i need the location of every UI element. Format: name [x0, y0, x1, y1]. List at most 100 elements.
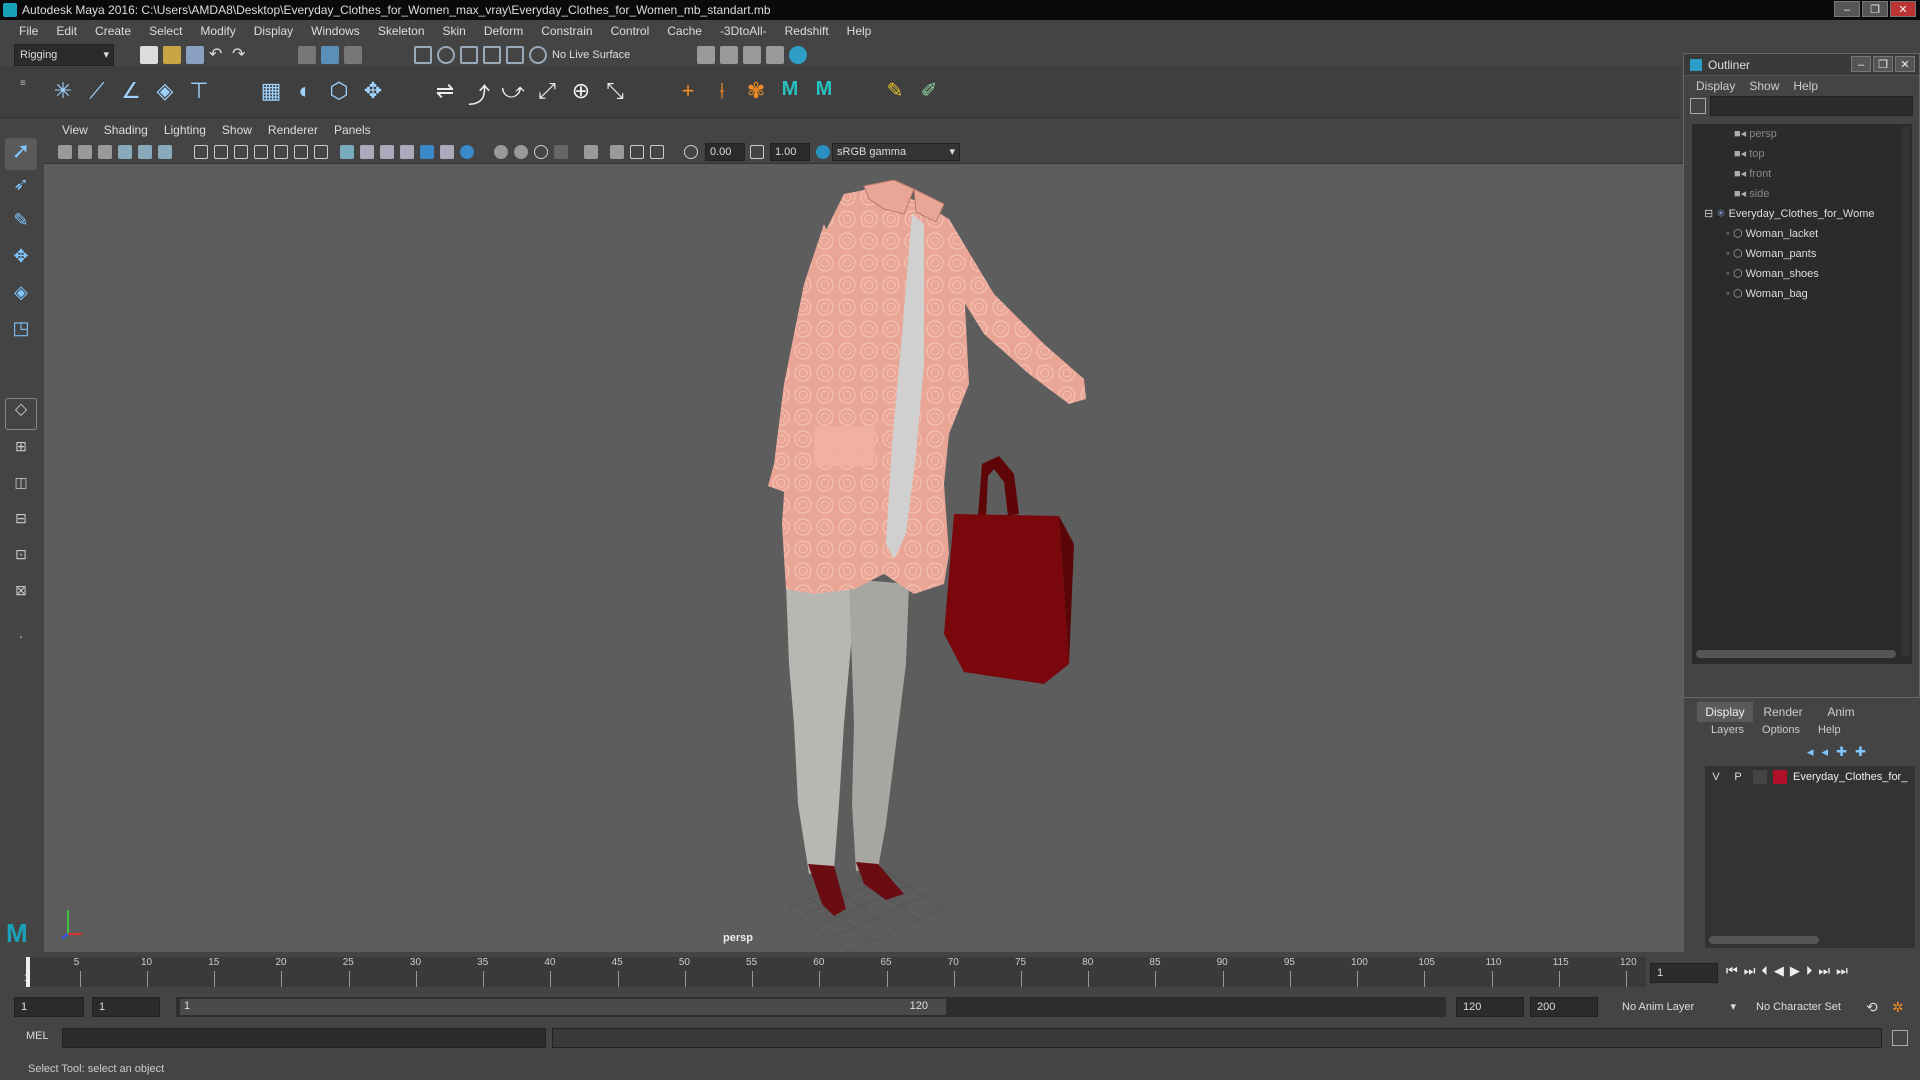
move-layer-down-icon[interactable]: ◂: [1822, 744, 1829, 760]
exposure-icon[interactable]: [684, 145, 698, 159]
move-layer-up-icon[interactable]: ◂: [1807, 744, 1814, 760]
maya-m-icon[interactable]: M: [775, 78, 805, 108]
wireframe-icon[interactable]: [340, 145, 354, 159]
menu-skin[interactable]: Skin: [434, 20, 475, 42]
outliner-layout-icon[interactable]: ⊟: [5, 510, 37, 542]
layer-menu-help[interactable]: Help: [1818, 724, 1841, 736]
ik-spline-icon[interactable]: ∠: [116, 78, 146, 108]
xray-active-icon[interactable]: [610, 145, 624, 159]
close-icon[interactable]: ✕: [1890, 1, 1916, 17]
cluster-icon[interactable]: ✥: [358, 78, 388, 108]
maximize-icon[interactable]: ❐: [1862, 1, 1888, 17]
outliner-item[interactable]: ◦ ⬡ Woman_pants: [1692, 244, 1912, 264]
sculpt-icon[interactable]: ✐: [914, 78, 944, 108]
orient-joint-icon[interactable]: ⊤: [184, 78, 214, 108]
menu-3dtoall[interactable]: -3DtoAll-: [711, 20, 776, 42]
pole-vector-icon[interactable]: ⤡: [600, 78, 630, 108]
select-tool-icon[interactable]: ➚: [5, 138, 37, 170]
snap-curve-icon[interactable]: [437, 46, 455, 64]
menu-redshift[interactable]: Redshift: [776, 20, 838, 42]
layer-menu-layers[interactable]: Layers: [1711, 724, 1744, 736]
field-chart-icon[interactable]: [274, 145, 288, 159]
mode-dropdown[interactable]: Rigging ▾: [14, 44, 114, 66]
command-input[interactable]: [62, 1028, 546, 1048]
camera-icon[interactable]: [58, 145, 72, 159]
scale-constraint-icon[interactable]: ⤢: [532, 78, 562, 108]
gate-mask-icon[interactable]: [254, 145, 268, 159]
safe-title-icon[interactable]: [314, 145, 328, 159]
rotate-tool-icon[interactable]: ◈: [5, 282, 37, 314]
paint-select-icon[interactable]: ✎: [5, 210, 37, 242]
camera-attr-icon[interactable]: [78, 145, 92, 159]
new-scene-icon[interactable]: [140, 46, 158, 64]
smooth-bind-icon[interactable]: ◐: [290, 78, 320, 108]
vp-menu-renderer[interactable]: Renderer: [260, 123, 326, 137]
graph-layout-icon[interactable]: ⊡: [5, 546, 37, 578]
minimize-icon[interactable]: –: [1851, 56, 1871, 72]
point-constraint-icon[interactable]: ⇌: [430, 78, 460, 108]
render-view-icon[interactable]: [789, 46, 807, 64]
playback-end-field[interactable]: 120: [1456, 997, 1524, 1017]
viewport-3d[interactable]: persp: [44, 164, 1684, 952]
resolution-gate-icon[interactable]: [234, 145, 248, 159]
mirror-joint-icon[interactable]: ◈: [150, 78, 180, 108]
xray-joints-icon[interactable]: [584, 145, 598, 159]
hypershade-icon[interactable]: [766, 46, 784, 64]
outliner-item[interactable]: ◦ ⬡ Woman_bag: [1692, 284, 1912, 304]
playback-start-field[interactable]: 1: [92, 997, 160, 1017]
preferences-icon[interactable]: ✲: [1892, 999, 1904, 1016]
ik-handle-icon[interactable]: ⟋: [82, 78, 112, 108]
menu-create[interactable]: Create: [86, 20, 140, 42]
menu-cache[interactable]: Cache: [658, 20, 711, 42]
outliner-item[interactable]: ⊟ ✳ Everyday_Clothes_for_Wome: [1692, 204, 1912, 224]
hud-icon[interactable]: [650, 145, 664, 159]
gamma-field[interactable]: 1.00: [770, 143, 810, 161]
step-back-frame-icon[interactable]: ⏴: [1761, 963, 1768, 979]
range-handle[interactable]: 1 120: [180, 999, 946, 1015]
render-settings-icon[interactable]: [743, 46, 761, 64]
lights-icon[interactable]: [400, 145, 414, 159]
layer-visibility[interactable]: V: [1709, 768, 1723, 786]
undo-icon[interactable]: ↶: [209, 46, 227, 64]
menu-select[interactable]: Select: [140, 20, 191, 42]
outliner-item[interactable]: ■◂ top: [1692, 144, 1912, 164]
render-icon[interactable]: [697, 46, 715, 64]
ipr-render-icon[interactable]: [720, 46, 738, 64]
hypershade-layout-icon[interactable]: ⊠: [5, 582, 37, 614]
bind-skin-icon[interactable]: ▦: [256, 78, 286, 108]
step-back-key-icon[interactable]: ⏭: [1744, 963, 1756, 979]
single-view-layout-icon[interactable]: ◇: [5, 398, 37, 430]
antialias-icon[interactable]: [494, 145, 508, 159]
menu-skeleton[interactable]: Skeleton: [369, 20, 434, 42]
paint-weights-icon[interactable]: ✎: [880, 78, 910, 108]
tab-anim[interactable]: Anim: [1813, 702, 1869, 722]
close-icon[interactable]: ✕: [1895, 56, 1915, 72]
menu-deform[interactable]: Deform: [475, 20, 532, 42]
exposure-field[interactable]: 0.00: [705, 143, 745, 161]
textured-icon[interactable]: [380, 145, 394, 159]
auto-key-icon[interactable]: ⟲: [1866, 999, 1878, 1016]
menu-control[interactable]: Control: [602, 20, 659, 42]
color-management-icon[interactable]: [816, 145, 830, 159]
go-to-start-icon[interactable]: ⏮: [1726, 963, 1738, 979]
2d-pan-zoom-icon[interactable]: [138, 145, 152, 159]
minimize-icon[interactable]: –: [1834, 1, 1860, 17]
hik-icon[interactable]: ⟊: [707, 78, 737, 108]
outliner-item[interactable]: ◦ ⬡ Woman_shoes: [1692, 264, 1912, 284]
collapse-icon[interactable]: ⊟: [1704, 208, 1713, 220]
snap-surface-icon[interactable]: [506, 46, 524, 64]
menu-windows[interactable]: Windows: [302, 20, 369, 42]
locator-icon[interactable]: +: [673, 78, 703, 108]
custom-layout-icon[interactable]: ·: [5, 628, 37, 660]
human-ik-icon[interactable]: ✾: [741, 78, 771, 108]
horizontal-scrollbar[interactable]: [1696, 650, 1896, 658]
lasso-tool-icon[interactable]: ➶: [5, 174, 37, 206]
open-scene-icon[interactable]: [163, 46, 181, 64]
vp-menu-lighting[interactable]: Lighting: [156, 123, 214, 137]
vp-menu-shading[interactable]: Shading: [96, 123, 156, 137]
animation-end-field[interactable]: 200: [1530, 997, 1598, 1017]
layer-color-swatch[interactable]: [1773, 770, 1787, 784]
animation-start-field[interactable]: 1: [14, 997, 84, 1017]
menu-constrain[interactable]: Constrain: [532, 20, 601, 42]
redo-icon[interactable]: ↷: [232, 46, 250, 64]
